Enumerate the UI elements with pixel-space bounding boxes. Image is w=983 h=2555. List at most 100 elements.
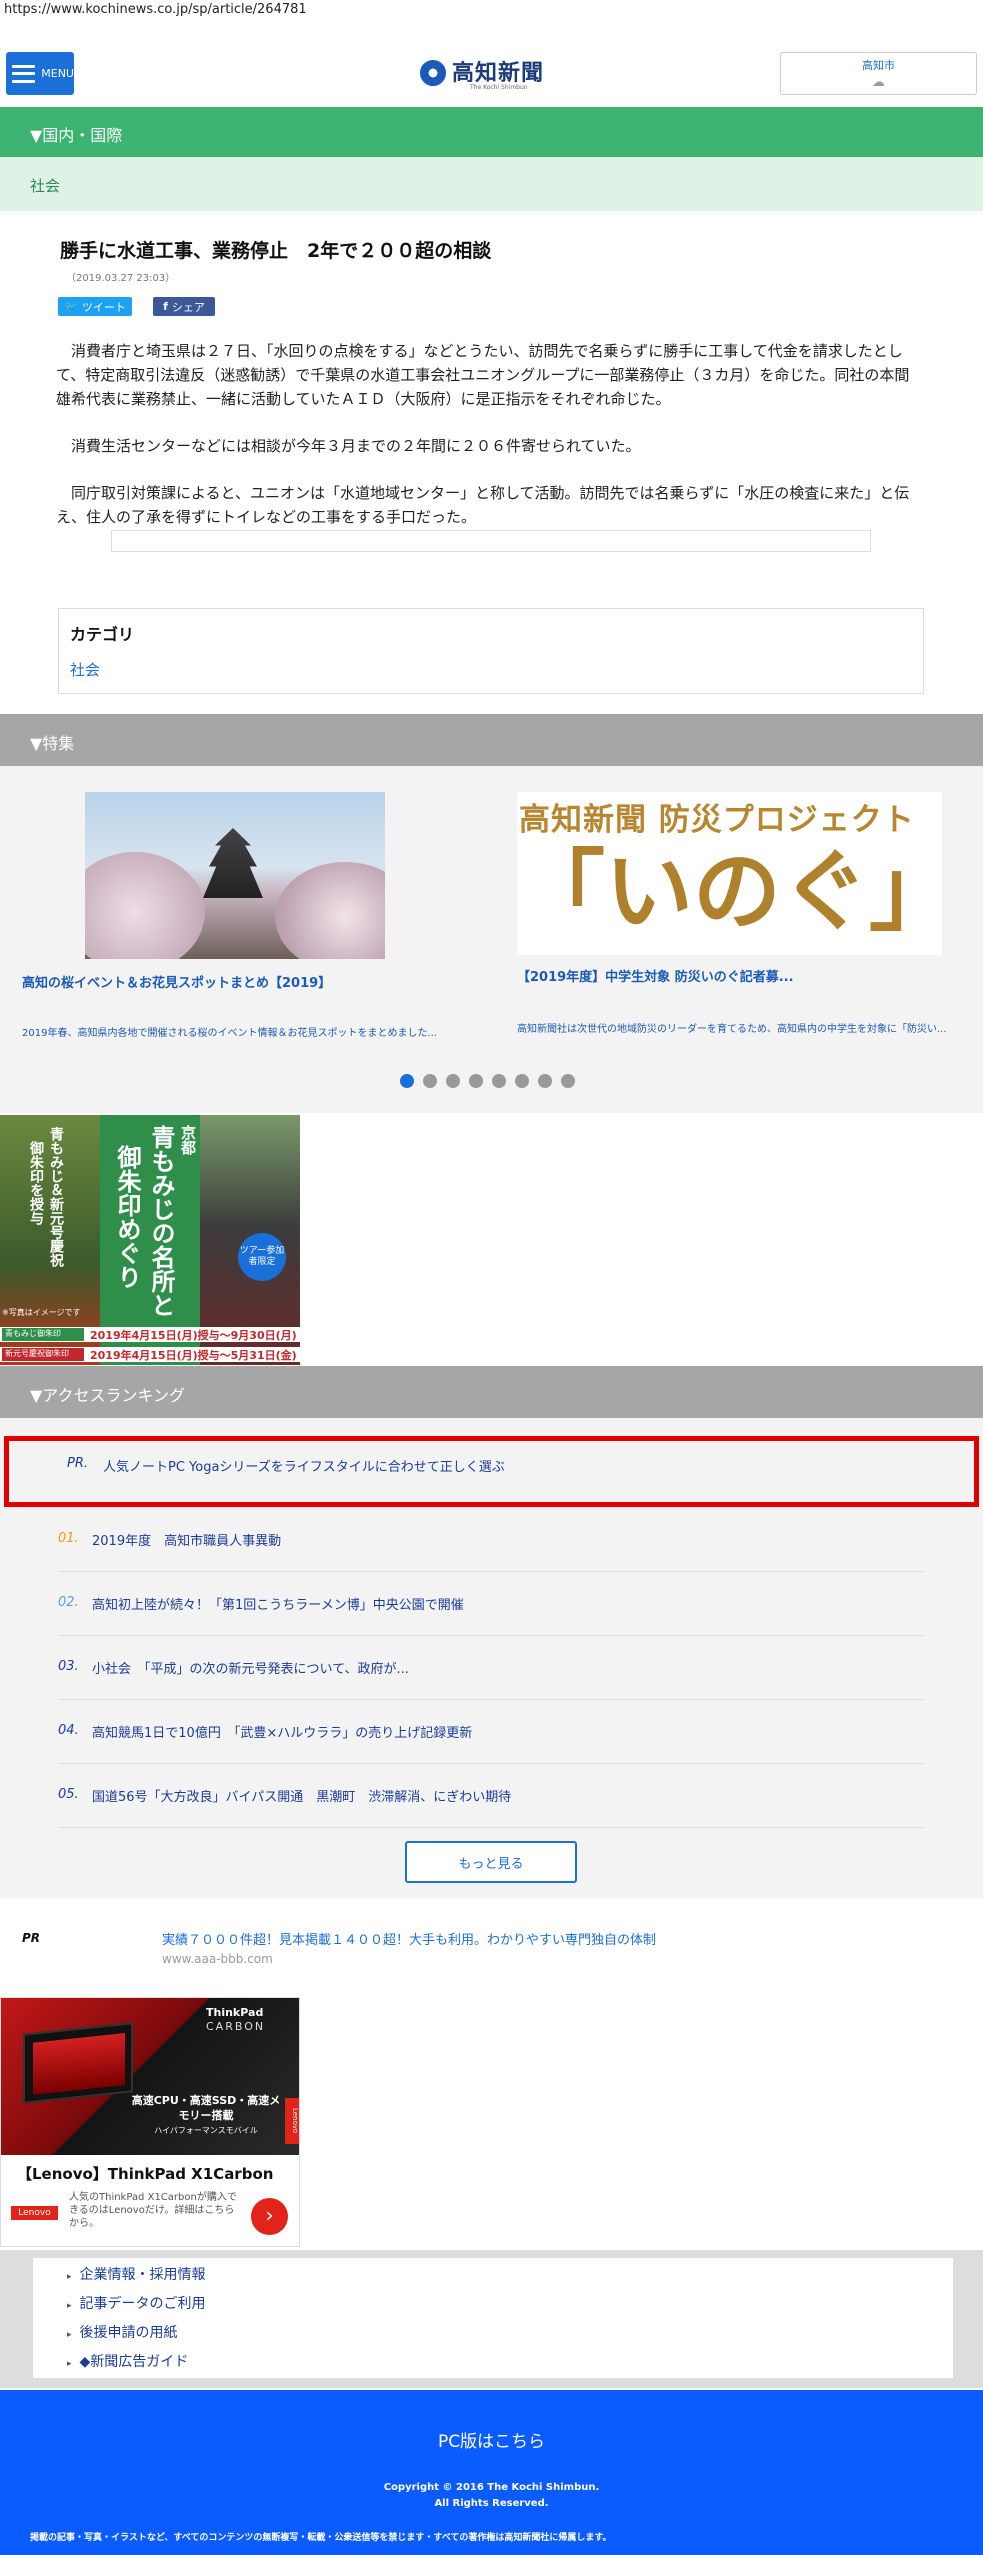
feature-caption[interactable]: 【2019年度】中学生対象 防災いのぐ記者募... [517, 966, 794, 985]
logo-seal-icon [420, 60, 446, 86]
site-footer: PC版はこちら Copyright © 2016 The Kochi Shimb… [0, 2390, 983, 2555]
category-link[interactable]: 社会 [70, 659, 912, 680]
rank-text: 高知初上陸が続々！「第1回こうちラーメン博」中央公園で開催 [92, 1598, 464, 1613]
carousel-dot[interactable] [423, 1074, 437, 1088]
ad-spec-small: ハイパフォーマンスモバイル [154, 2126, 258, 2135]
feature-desc: 高知新聞社は次世代の地域防災のリーダーを育てるため、高知県内の中学生を対象に「防… [517, 1024, 947, 1035]
lenovo-logo: Lenovo [11, 2206, 58, 2220]
footer-link[interactable]: 企業情報・採用情報 [67, 2262, 953, 2291]
subcategory-bar[interactable]: 社会 [0, 157, 983, 211]
pc-version-link[interactable]: PC版はこちら [0, 2427, 983, 2452]
pr-ad-link[interactable]: 実績７０００件超！見本掲載１４００超！大手も利用。わかりやすい専門独自の体制 [162, 1929, 656, 1948]
rank-number: 03. [58, 1659, 79, 1674]
ad-desc: 人気のThinkPad X1Carbonが購入できるのはLenovoだけ。詳細は… [69, 2192, 237, 2229]
lenovo-ad-banner[interactable]: ThinkPad CARBON 高速CPU・高速SSD・高速メモリー搭載 ハイパ… [0, 1997, 300, 2247]
article-date: （2019.03.27 23:03） [66, 273, 176, 284]
site-logo[interactable]: 高知新聞 The Kochi Shimbun [420, 56, 560, 91]
copyright: Copyright © 2016 The Kochi Shimbun. All … [0, 2480, 983, 2512]
pr-ad-url: www.aaa-bbb.com [162, 1952, 273, 1966]
facebook-icon: f [163, 300, 168, 313]
twitter-icon: 🐦 [64, 300, 78, 313]
pr-text: 人気ノートPC Yogaシリーズをライフスタイルに合わせて正しく選ぶ [103, 1460, 505, 1475]
arrow-right-icon[interactable]: › [251, 2198, 288, 2235]
rank-number: 05. [58, 1787, 79, 1802]
logo-name: 高知新聞 [452, 60, 545, 86]
rank-number: 04. [58, 1723, 79, 1738]
rank-number: 01. [58, 1531, 79, 1546]
carousel-dots [400, 1074, 575, 1088]
footer-link[interactable]: 後援申請の用紙 [67, 2320, 953, 2349]
cloud-icon: ☁ [872, 75, 885, 90]
footer-link[interactable]: 記事データのご利用 [67, 2291, 953, 2320]
category-heading: カテゴリ [70, 625, 135, 644]
ranking-item[interactable]: 01. 2019年度 高知市職員人事異動 [58, 1509, 924, 1572]
ad-kyoto: 京都 [179, 1125, 197, 1155]
share-button[interactable]: f シェア [153, 297, 215, 316]
carousel-dot[interactable] [469, 1074, 483, 1088]
kyoto-ad-banner[interactable]: 青もみじ＆新元号慶祝 御朱印を授与 京都 青もみじの名所と 御朱印めぐり ツアー… [0, 1115, 300, 1365]
article-title: 勝手に水道工事、業務停止 2年で２００超の相談 [60, 240, 492, 262]
rank-number: 02. [58, 1595, 79, 1610]
hamburger-icon [12, 64, 36, 83]
footer-links: 企業情報・採用情報 記事データのご利用 後援申請の用紙 ◆新聞広告ガイド [33, 2258, 953, 2378]
ad-product-name: 【Lenovo】ThinkPad X1Carbon [17, 2165, 274, 2183]
ad-tag2: 新元号慶祝御朱印 [2, 1348, 84, 1361]
ranking-bar: ▼アクセスランキング [0, 1366, 983, 1418]
rank-text: 2019年度 高知市職員人事異動 [92, 1534, 282, 1549]
ad-note: ※写真はイメージです [2, 1308, 81, 1317]
carousel-dot[interactable] [515, 1074, 529, 1088]
tweet-label: ツイート [81, 300, 126, 314]
ad-brand-sub: CARBON [206, 2020, 266, 2033]
laptop-image [23, 2022, 133, 2104]
copyright-line: Copyright © 2016 The Kochi Shimbun. [383, 2482, 600, 2493]
share-label: シェア [171, 300, 205, 314]
features-bar: ▼特集 [0, 714, 983, 766]
article-paragraph: 同庁取引対策課によると、ユニオンは「水道地域センター」と称して活動。訪問先では名… [56, 484, 910, 526]
carousel-dot[interactable] [538, 1074, 552, 1088]
pr-ad-label: PR [22, 1931, 41, 1945]
bousai-image-title: 高知新聞 防災プロジェクト [519, 802, 915, 838]
carousel-dot[interactable] [492, 1074, 506, 1088]
article-paragraph: 消費者庁と埼玉県は２７日、「水回りの点検をする」などとうたい、訪問先で名乗らずに… [56, 342, 910, 408]
url-text[interactable]: https://www.kochinews.co.jp/sp/article/2… [4, 2, 307, 17]
bousai-project-image[interactable]: 高知新聞 防災プロジェクト 「いのぐ」 [517, 792, 958, 955]
ad-spec: 高速CPU・高速SSD・高速メモリー搭載 ハイパフォーマンスモバイル [131, 2093, 281, 2138]
ad-brand: ThinkPad [206, 2006, 264, 2019]
ad-line-left2: 御朱印を授与 [28, 1141, 44, 1225]
ad-badge: ツアー参加者限定 [238, 1233, 286, 1281]
article-paragraph: 消費生活センターなどには相談が今年３月までの２年間に２０６件寄せられていた。 [71, 437, 641, 455]
logo-sub: The Kochi Shimbun [470, 84, 528, 91]
footer-note: 掲載の記事・写真・イラストなど、すべてのコンテンツの無断複写・転載・公衆送信等を… [30, 2533, 612, 2543]
ranking-item[interactable]: 04. 高知競馬1日で10億円 「武豊×ハルウララ」の売り上げ記録更新 [58, 1701, 924, 1764]
bousai-image-big: 「いのぐ」 [517, 839, 958, 943]
ad-spec-main: 高速CPU・高速SSD・高速メモリー搭載 [131, 2094, 281, 2122]
category-box: カテゴリ 社会 [58, 608, 924, 694]
weather-city: 高知市 [862, 59, 895, 72]
empty-slot [111, 530, 871, 552]
copyright-line: All Rights Reserved. [434, 2498, 549, 2509]
menu-button[interactable]: MENU [6, 52, 74, 95]
weather-widget[interactable]: 高知市 ☁ [780, 52, 977, 95]
ad-tag1: 青もみじ御朱印 [2, 1328, 84, 1341]
rank-text: 高知競馬1日で10億円 「武豊×ハルウララ」の売り上げ記録更新 [92, 1726, 473, 1741]
feature-desc: 2019年春、高知県内各地で開催される桜のイベント情報＆お花見スポットをまとめま… [22, 1028, 437, 1039]
ad-line-left: 青もみじ＆新元号慶祝 [48, 1127, 64, 1267]
ranking-item[interactable]: 05. 国道56号「大方改良」バイパス開通 黒潮町 渋滞解消、にぎわい期待 [58, 1765, 924, 1828]
rank-text: 国道56号「大方改良」バイパス開通 黒潮町 渋滞解消、にぎわい期待 [92, 1790, 512, 1805]
lenovo-side-logo: Lenovo [285, 2098, 299, 2144]
sakura-castle-image[interactable] [85, 792, 385, 959]
carousel-dot[interactable] [446, 1074, 460, 1088]
feature-caption[interactable]: 高知の桜イベント＆お花見スポットまとめ【2019】 [22, 972, 331, 991]
carousel-dot[interactable] [400, 1074, 414, 1088]
ranking-item[interactable]: 02. 高知初上陸が続々！「第1回こうちラーメン博」中央公園で開催 [58, 1573, 924, 1636]
footer-link[interactable]: ◆新聞広告ガイド [67, 2349, 953, 2378]
rank-text: 小社会 「平成」の次の新元号発表について、政府が... [92, 1662, 409, 1677]
more-button[interactable]: もっと見る [405, 1841, 577, 1883]
carousel-dot[interactable] [561, 1074, 575, 1088]
ad-main1: 青もみじの名所と [147, 1125, 176, 1317]
ranking-item[interactable]: 03. 小社会 「平成」の次の新元号発表について、政府が... [58, 1637, 924, 1700]
pr-label: PR. [67, 1456, 89, 1471]
pr-ranking-row[interactable]: PR. 人気ノートPC Yogaシリーズをライフスタイルに合わせて正しく選ぶ [4, 1436, 979, 1507]
section-bar[interactable]: ▼国内・国際 [0, 107, 983, 157]
tweet-button[interactable]: 🐦 ツイート [58, 297, 132, 316]
